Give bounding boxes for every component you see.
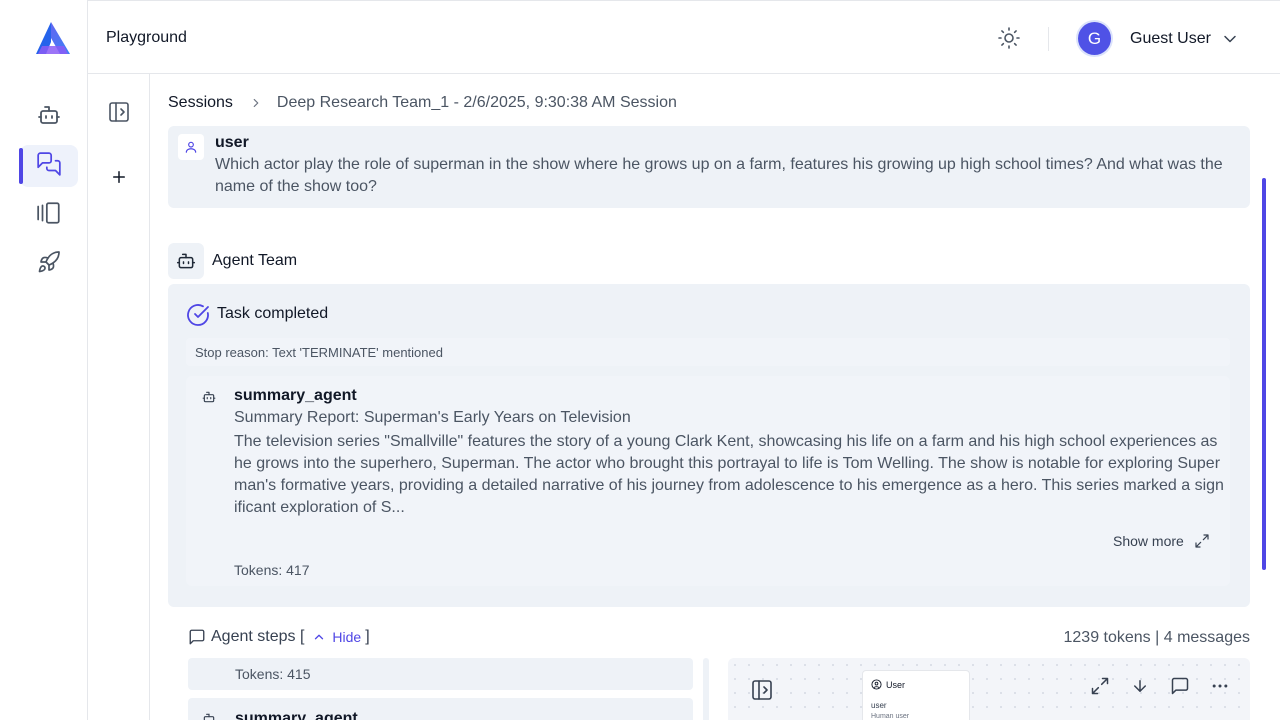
- top-bar: Playground G Guest User: [88, 0, 1280, 74]
- sun-icon: [997, 26, 1021, 55]
- robot-icon: [202, 712, 216, 720]
- plus-icon: [110, 168, 128, 191]
- breadcrumb-current-session: Deep Research Team_1 - 2/6/2025, 9:30:38…: [276, 94, 677, 111]
- chevron-down-icon[interactable]: [1220, 29, 1240, 54]
- header-divider: [1048, 27, 1049, 51]
- expand-icon: [1195, 534, 1209, 548]
- show-more-button[interactable]: Show more: [1113, 533, 1210, 549]
- message-square-icon: [189, 629, 205, 645]
- theme-toggle-button[interactable]: [994, 25, 1024, 55]
- panel-resize-handle[interactable]: [703, 658, 709, 720]
- chat-icon: [36, 151, 62, 182]
- stop-reason-row: Stop reason: Text 'TERMINATE' mentioned: [186, 338, 1230, 366]
- nav-team-builder-button[interactable]: [20, 96, 78, 138]
- hide-steps-button[interactable]: Hide: [312, 629, 361, 645]
- robot-icon: [202, 390, 216, 409]
- stop-reason: Stop reason: Text 'TERMINATE' mentioned: [195, 345, 443, 360]
- node-role: user: [871, 701, 887, 710]
- chevron-right-icon: [249, 96, 263, 110]
- step-message: Tokens: 415: [188, 658, 693, 690]
- team-result-card: Task completed Stop reason: Text 'TERMIN…: [168, 284, 1250, 607]
- step-token-count: Tokens: 415: [235, 666, 311, 682]
- more-horizontal-icon[interactable]: [1208, 674, 1232, 698]
- left-nav-rail: [0, 0, 88, 720]
- node-header: User: [871, 679, 905, 690]
- app-logo[interactable]: [34, 20, 72, 56]
- chevron-up-icon: [315, 634, 324, 640]
- message-text: Which actor play the role of superman in…: [215, 156, 1223, 195]
- avatar[interactable]: G: [1078, 22, 1111, 55]
- agent-steps-header: Agent steps [ Hide ]: [188, 628, 370, 646]
- robot-icon: [168, 243, 204, 279]
- check-circle-icon: [186, 303, 210, 332]
- maximize-icon[interactable]: [1088, 674, 1112, 698]
- nav-gallery-button[interactable]: [20, 194, 78, 236]
- agent-team-label: Agent Team: [212, 252, 298, 269]
- gallery-icon: [36, 200, 62, 231]
- robot-icon: [37, 103, 61, 132]
- close-bracket: ]: [365, 628, 370, 645]
- message-sender: user: [215, 134, 249, 151]
- agent-steps-label: Agent steps [: [211, 628, 305, 645]
- step-agent-name: summary_agent: [235, 710, 358, 720]
- panel-expand-icon[interactable]: [750, 678, 774, 707]
- nav-playground-button[interactable]: [19, 145, 78, 187]
- page-title: Playground: [106, 29, 187, 46]
- agent-name: summary_agent: [234, 387, 357, 404]
- user-icon: [178, 134, 204, 160]
- summary-title: Summary Report: Superman's Early Years o…: [234, 409, 631, 426]
- user-name[interactable]: Guest User: [1130, 30, 1211, 48]
- scrollbar-thumb[interactable]: [1262, 178, 1266, 570]
- user-message: user Which actor play the role of superm…: [168, 126, 1250, 208]
- message-square-icon[interactable]: [1168, 674, 1192, 698]
- hide-label: Hide: [332, 629, 362, 645]
- token-count: Tokens: 417: [234, 562, 310, 578]
- breadcrumb-sessions-link[interactable]: Sessions: [168, 94, 233, 112]
- summary-message: summary_agent Summary Report: Superman's…: [186, 376, 1230, 586]
- sidebar-toggle-button[interactable]: [106, 101, 132, 127]
- panel-expand-icon: [107, 100, 131, 129]
- breadcrumb: Sessions Deep Research Team_1 - 2/6/2025…: [168, 94, 677, 112]
- user-circle-icon: [871, 679, 882, 690]
- session-sidebar: [88, 74, 150, 720]
- node-title: User: [886, 679, 906, 690]
- graph-node-user[interactable]: User user Human user: [862, 670, 970, 720]
- steps-stats: 1239 tokens | 4 messages: [1063, 629, 1251, 646]
- nav-deploy-button[interactable]: [20, 243, 78, 285]
- task-status: Task completed: [217, 305, 329, 322]
- step-message: summary_agent: [188, 698, 693, 720]
- node-description: Human user: [871, 713, 910, 720]
- rocket-icon: [37, 250, 61, 279]
- agent-flow-graph[interactable]: User user Human user: [728, 658, 1250, 720]
- graph-toolbar: [1088, 674, 1232, 698]
- agent-team-header: Agent Team: [168, 243, 297, 279]
- summary-body: The television series "Smallville" featu…: [234, 433, 1224, 516]
- arrow-down-icon[interactable]: [1128, 674, 1152, 698]
- new-session-button[interactable]: [106, 166, 132, 192]
- agent-steps-section: Agent steps [ Hide ] 1239 tokens | 4 mes…: [168, 616, 1250, 720]
- show-more-label: Show more: [1113, 533, 1184, 549]
